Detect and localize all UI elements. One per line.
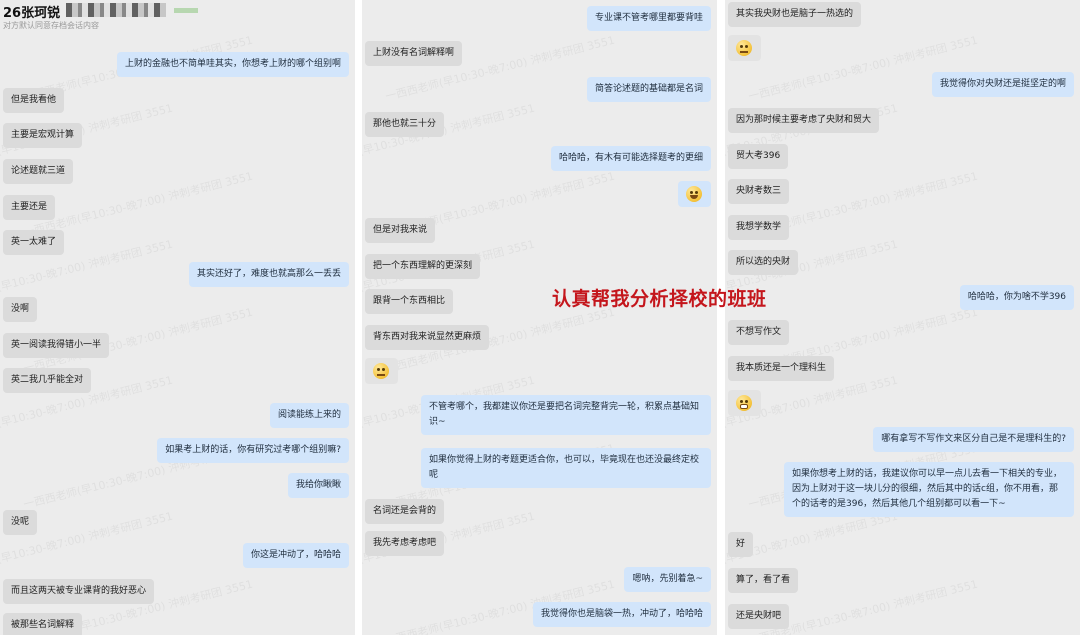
chat-bubble-self: 我觉得你也是脑袋一热，冲动了，哈哈哈 [532, 602, 711, 627]
chat-bubble-other: 因为那时候主要考虑了央财和贸大 [728, 108, 880, 133]
chat-bubble-other: 我本质还是一个理科生 [728, 356, 835, 381]
chat-bubble-other: 被那些名词解释 [3, 613, 83, 635]
chat-bubble-self: 你这是冲动了，哈哈哈 [242, 543, 349, 568]
chat-bubble-other: 没呢 [3, 510, 38, 535]
chat-bubble-self: 我给你瞅瞅 [287, 473, 349, 498]
archive-notice: 对方默认同意存档会话内容 [3, 21, 99, 30]
chat-bubble-self: 如果你觉得上财的考题更适合你，也可以，毕竟现在也还没最终定校呢 [421, 448, 711, 488]
contact-name: 26张珂锐 [3, 6, 61, 21]
chat-bubble-other: 好 [728, 532, 754, 557]
chat-bubble-self: 上财的金融也不简单哇其实，你想考上财的哪个组别啊 [116, 52, 349, 77]
chat-bubble-self: 如果你想考上财的话，我建议你可以早一点儿去看一下相关的专业，因为上财对于这一块儿… [784, 462, 1074, 517]
chat-header: 26张珂锐 对方默认同意存档会话内容 [0, 0, 355, 34]
chat-bubble-other: 所以选的央财 [728, 250, 799, 275]
chat-bubble-other: 还是央财吧 [728, 604, 790, 629]
chat-bubble-other: 上财没有名词解释啊 [365, 41, 463, 66]
awkward-emoji [728, 35, 761, 61]
chat-bubble-self: 哈哈哈，有木有可能选择题考的更细 [550, 146, 711, 171]
chat-bubble-other: 我想学数学 [728, 215, 790, 240]
chat-bubble-other: 那他也就三十分 [365, 112, 445, 137]
blurred-name-mosaic [66, 3, 166, 17]
chat-bubble-other: 背东西对我来说显然更麻烦 [365, 325, 490, 350]
laugh-cry-emoji [678, 181, 711, 207]
chat-bubble-self: 其实还好了，难度也就高那么一丢丢 [188, 262, 349, 287]
chat-bubble-other: 央财考数三 [728, 179, 790, 204]
chat-panel-1: 一西西老师(早10:30-晚7:00) 沖刺考研团 3551 一西西老师(早10:… [0, 0, 355, 635]
chat-bubble-self: 我觉得你对央财还是挺坚定的啊 [931, 72, 1074, 97]
awkward-face-icon [373, 363, 389, 379]
chat-bubble-self: 哈哈哈，你为啥不学396 [959, 285, 1074, 310]
chat-bubble-other: 但是我看他 [3, 88, 65, 113]
chat-bubble-self: 阅读能练上来的 [269, 403, 349, 428]
chat-bubble-self: 不管考哪个，我都建议你还是要把名词完整背完一轮，积累点基础知识~ [421, 395, 711, 435]
tears-of-joy-icon [686, 186, 702, 202]
awkward-face-icon [736, 40, 752, 56]
chat-bubble-other: 贸大考396 [728, 144, 789, 169]
chat-bubble-self: 嗯呐，先别着急~ [624, 567, 711, 592]
chat-bubble-other: 把一个东西理解的更深刻 [365, 254, 481, 279]
chat-bubble-other: 名词还是会背的 [365, 499, 445, 524]
chat-bubble-self: 专业课不管考哪里都要背哇 [586, 6, 711, 31]
chat-bubble-other: 跟背一个东西相比 [365, 289, 454, 314]
awkward-emoji [365, 358, 398, 384]
chat-bubble-other: 主要是宏观计算 [3, 123, 83, 148]
chat-panel-2: 一西西老师(早10:30-晚7:00) 沖刺考研团 3551一西西老师(早10:… [362, 0, 717, 635]
caption-overlay: 认真帮我分析择校的班班 [552, 288, 767, 310]
grinning-face-icon [736, 395, 752, 411]
chat-bubble-other: 我先考虑考虑吧 [365, 531, 445, 556]
chat-bubble-self: 如果考上财的话，你有研究过考哪个组别嘛? [157, 438, 349, 463]
chat-bubble-other: 英一阅读我得错小一半 [3, 333, 110, 358]
chat-bubble-other: 英一太难了 [3, 230, 65, 255]
chat-bubble-other: 英二我几乎能全对 [3, 368, 92, 393]
chat-bubble-self: 简答论述题的基础都是名词 [586, 77, 711, 102]
chat-bubble-self: 哪有拿写不写作文来区分自己是不是理科生的? [873, 427, 1074, 452]
blurred-tag [174, 8, 198, 13]
chat-bubble-other: 主要还是 [3, 195, 56, 220]
chat-panel-3: 一西西老师(早10:30-晚7:00) 沖刺考研团 3551 一西西老师(早10:… [725, 0, 1080, 635]
chat-bubble-other: 但是对我来说 [365, 218, 436, 243]
chat-bubble-other: 没啊 [3, 297, 38, 322]
chat-bubble-other: 而且这两天被专业课背的我好恶心 [3, 579, 155, 604]
chat-bubble-other: 论述题就三道 [3, 159, 74, 184]
chat-bubble-other: 其实我央财也是脑子一热选的 [728, 2, 862, 27]
grin-emoji [728, 390, 761, 416]
chat-bubble-other: 算了，看了看 [728, 568, 799, 593]
chat-bubble-other: 不想写作文 [728, 320, 790, 345]
